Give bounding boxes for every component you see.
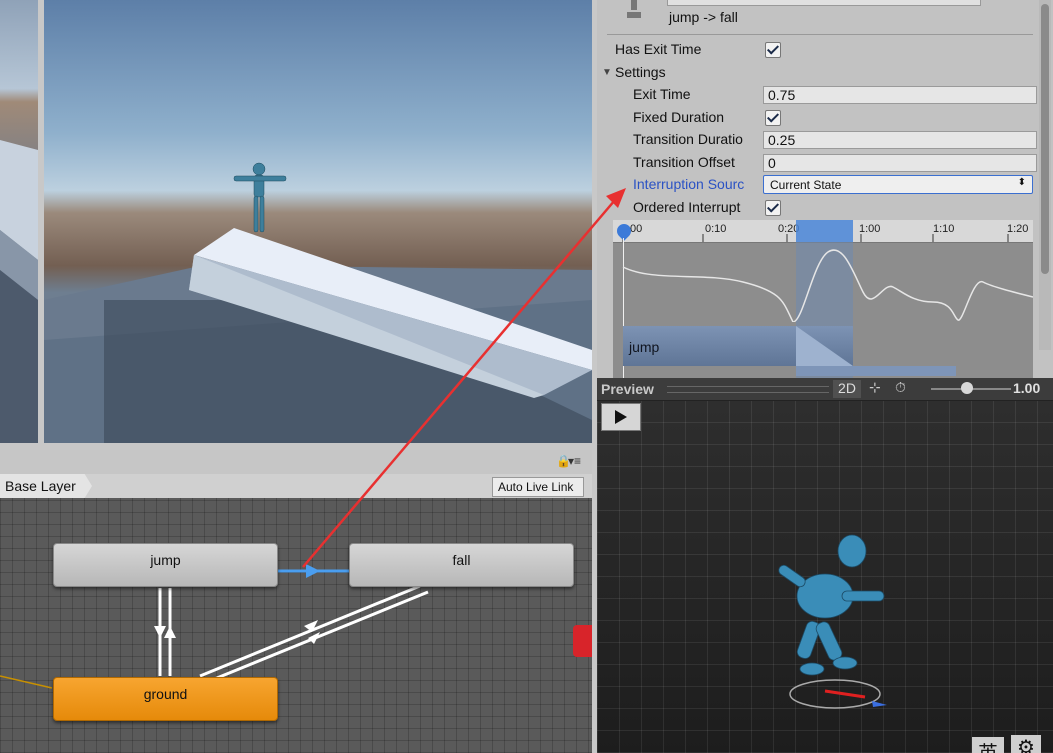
- annotation-arrow: [302, 188, 626, 568]
